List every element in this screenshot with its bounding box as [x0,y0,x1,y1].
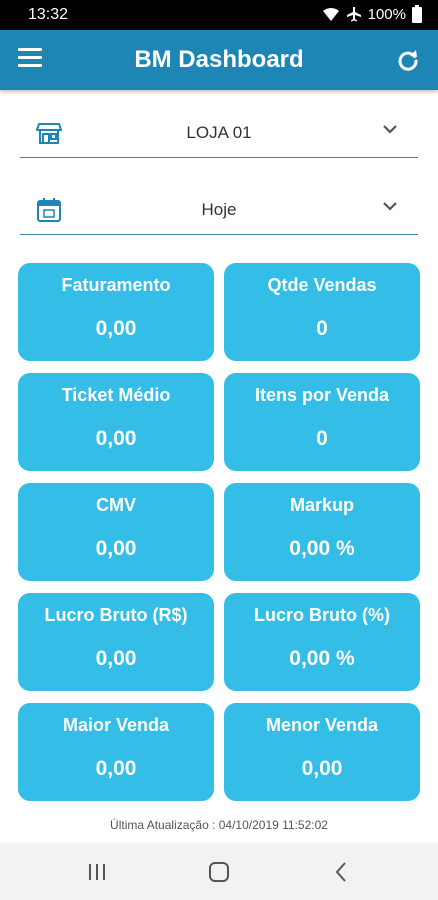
period-select-value: Hoje [201,200,237,219]
card-value: 0,00 % [289,537,355,560]
card-itens-por-venda: Itens por Venda 0 [224,373,420,471]
card-faturamento: Faturamento 0,00 [18,263,214,361]
card-value: 0 [316,427,328,450]
card-label: Menor Venda [265,715,379,735]
card-markup: Markup 0,00 % [224,483,420,581]
recents-icon[interactable] [86,863,108,881]
card-label: Lucro Bruto (R$) [44,605,188,625]
battery-icon [412,5,422,23]
app-bar: BM Dashboard [0,30,438,90]
status-bar: 13:32 100% [0,0,438,30]
status-time: 13:32 [28,6,69,23]
card-value: 0,00 [95,537,137,560]
wifi-icon [322,6,340,22]
card-value: 0,00 [95,427,137,450]
period-select[interactable]: Hoje [20,181,418,235]
card-ticket-medio: Ticket Médio 0,00 [18,373,214,471]
card-label: Markup [289,495,354,515]
store-select-value: LOJA 01 [186,123,252,142]
card-label: Maior Venda [62,715,170,735]
card-label: Ticket Médio [61,385,171,405]
card-menor-venda: Menor Venda 0,00 [224,703,420,801]
card-label: Lucro Bruto (%) [254,605,390,625]
card-lucro-bruto-reais: Lucro Bruto (R$) 0,00 [18,593,214,691]
card-value: 0,00 [95,647,137,670]
system-nav-bar [0,843,438,900]
card-label: CMV [96,495,136,515]
card-label: Faturamento [61,275,171,295]
home-icon[interactable] [209,862,229,882]
card-value: 0,00 [95,757,137,780]
battery-text: 100% [367,5,406,23]
card-qtde-vendas: Qtde Vendas 0 [224,263,420,361]
store-select[interactable]: LOJA 01 [20,104,418,158]
chevron-down-icon [382,122,398,134]
airplane-icon [346,6,362,22]
card-lucro-bruto-percent: Lucro Bruto (%) 0,00 % [224,593,420,691]
card-value: 0,00 % [289,647,355,670]
chevron-down-icon [382,199,398,211]
card-label: Itens por Venda [254,385,390,405]
card-maior-venda: Maior Venda 0,00 [18,703,214,801]
refresh-icon[interactable] [396,48,420,72]
page-title: BM Dashboard [134,46,304,73]
status-icons: 100% [322,5,422,23]
card-label: Qtde Vendas [267,275,377,295]
card-cmv: CMV 0,00 [18,483,214,581]
back-icon[interactable] [334,861,348,883]
card-value: 0,00 [301,757,343,780]
card-value: 0 [316,317,328,340]
card-value: 0,00 [95,317,137,340]
last-update-text: Última Atualização : 04/10/2019 11:52:02 [110,818,328,832]
